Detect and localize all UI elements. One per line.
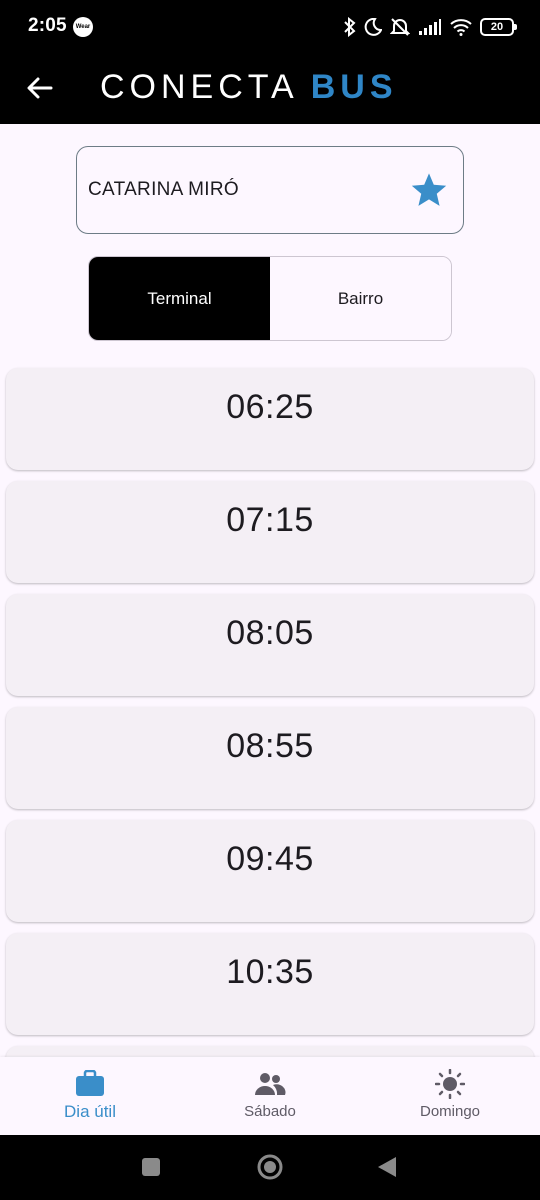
nav-label: Dia útil <box>64 1102 116 1121</box>
route-name: CATARINA MIRÓ <box>88 179 239 200</box>
schedule-item[interactable]: 09:45 <box>6 820 534 922</box>
schedule-time: 08:05 <box>226 614 314 652</box>
app-bar: CONECTA BUS <box>0 52 540 124</box>
nav-domingo[interactable]: Domingo <box>360 1057 540 1135</box>
signal-icon <box>419 19 441 35</box>
status-bar: 2:05 Wear 20 <box>0 0 540 52</box>
wifi-icon <box>450 19 472 36</box>
schedule-time: 07:15 <box>226 501 314 539</box>
direction-terminal-button[interactable]: Terminal <box>89 257 270 340</box>
arrow-left-icon <box>27 77 53 99</box>
schedule-item[interactable]: 07:15 <box>6 481 534 583</box>
logo-main-text: CONECTA <box>100 67 299 106</box>
recents-square-icon[interactable] <box>141 1157 161 1182</box>
direction-bairro-button[interactable]: Bairro <box>270 257 451 340</box>
schedule-item[interactable]: 08:55 <box>6 707 534 809</box>
back-button[interactable] <box>20 68 60 108</box>
battery-icon: 20 <box>480 18 517 36</box>
system-navigation-bar <box>0 1135 540 1200</box>
schedule-time: 08:55 <box>226 727 314 765</box>
bottom-navigation: Dia útil Sábado Domingo <box>0 1057 540 1135</box>
logo-accent-text: BUS <box>310 67 398 106</box>
route-card: CATARINA MIRÓ <box>76 146 464 234</box>
people-icon <box>254 1069 286 1099</box>
schedule-time: 09:45 <box>226 840 314 878</box>
briefcase-icon <box>74 1069 106 1099</box>
star-icon <box>411 173 447 206</box>
nav-label: Domingo <box>419 1103 481 1120</box>
nav-sabado[interactable]: Sábado <box>180 1057 360 1135</box>
home-circle-icon[interactable] <box>256 1153 284 1186</box>
schedule-item[interactable]: 10:35 <box>6 933 534 1035</box>
bluetooth-icon <box>344 17 356 37</box>
nav-dia-util[interactable]: Dia útil <box>0 1057 180 1135</box>
schedule-time: 10:35 <box>226 953 314 991</box>
favorite-button[interactable] <box>407 169 451 213</box>
schedule-time: 06:25 <box>226 388 314 426</box>
wear-icon: Wear <box>73 17 93 37</box>
status-icons: 20 <box>344 14 517 40</box>
status-time: 2:05 <box>28 15 67 36</box>
direction-toggle: Terminal Bairro <box>88 256 452 341</box>
nav-label: Sábado <box>244 1103 296 1120</box>
moon-icon <box>364 18 382 36</box>
sun-icon <box>434 1069 466 1099</box>
back-triangle-icon[interactable] <box>376 1155 398 1184</box>
schedule-item[interactable]: 08:05 <box>6 594 534 696</box>
app-logo: CONECTA BUS <box>100 64 398 110</box>
schedule-item[interactable]: 06:25 <box>6 368 534 470</box>
silent-icon <box>390 18 410 36</box>
